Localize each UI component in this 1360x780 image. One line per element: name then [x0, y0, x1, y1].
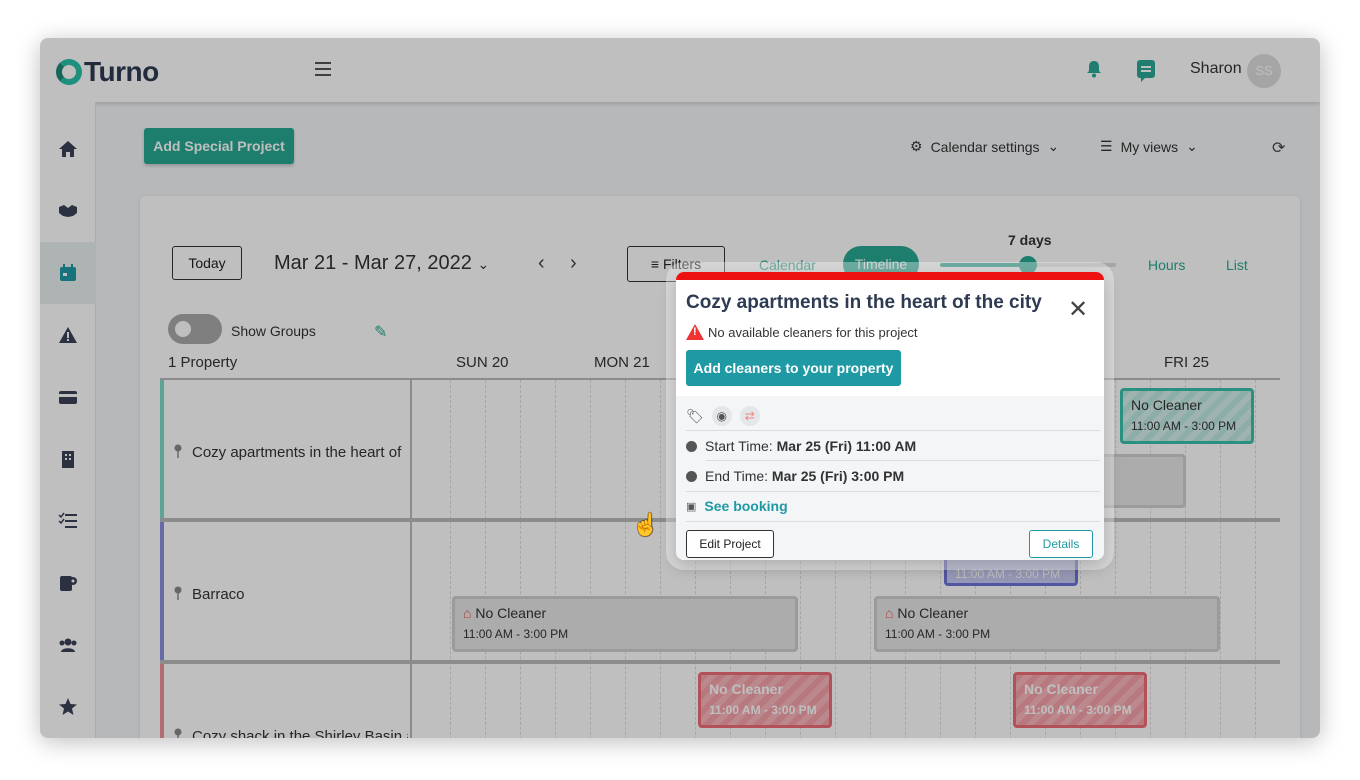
warning-message: No available cleaners for this project — [686, 324, 918, 340]
divider — [706, 460, 1100, 461]
warning-icon — [686, 324, 704, 340]
popup-body: 🏷 ◉ ⇄ Start Time: Mar 25 (Fri) 11:00 AM … — [676, 396, 1104, 560]
divider — [686, 521, 1100, 522]
start-time-row: Start Time: Mar 25 (Fri) 11:00 AM — [686, 438, 916, 454]
warning-text: No available cleaners for this project — [708, 324, 918, 340]
tags-icon[interactable]: 🏷 — [686, 408, 704, 425]
app-window: Turno Sharon SS Add Special Project ⚙ Ca… — [40, 38, 1320, 738]
start-time-value: Mar 25 (Fri) 11:00 AM — [776, 438, 917, 454]
end-time-row: End Time: Mar 25 (Fri) 3:00 PM — [686, 468, 904, 484]
add-cleaners-button[interactable]: Add cleaners to your property — [686, 350, 901, 386]
edit-project-button[interactable]: Edit Project — [686, 530, 774, 558]
popup-title: Cozy apartments in the heart of the city — [686, 292, 1042, 313]
clock-icon — [686, 440, 697, 452]
details-button[interactable]: Details — [1029, 530, 1093, 558]
divider — [686, 430, 1100, 431]
divider — [686, 491, 1100, 492]
project-popup: Cozy apartments in the heart of the city… — [676, 272, 1104, 560]
see-booking-link[interactable]: See booking — [704, 498, 787, 514]
project-tags: 🏷 ◉ ⇄ — [686, 406, 760, 426]
swap-icon[interactable]: ⇄ — [739, 406, 760, 426]
booking-icon: ▣ — [686, 500, 697, 513]
end-time-label: End Time: — [705, 468, 769, 484]
popup-header: Cozy apartments in the heart of the city… — [676, 280, 1104, 396]
hand-cursor-icon: ☝ — [632, 512, 660, 537]
eye-icon[interactable]: ◉ — [711, 406, 732, 426]
clock-icon — [686, 470, 697, 482]
booking-row: ▣ See booking — [686, 498, 788, 514]
start-time-label: Start Time: — [705, 438, 773, 454]
end-time-value: Mar 25 (Fri) 3:00 PM — [771, 468, 905, 484]
close-icon[interactable]: ✕ — [1068, 298, 1088, 322]
